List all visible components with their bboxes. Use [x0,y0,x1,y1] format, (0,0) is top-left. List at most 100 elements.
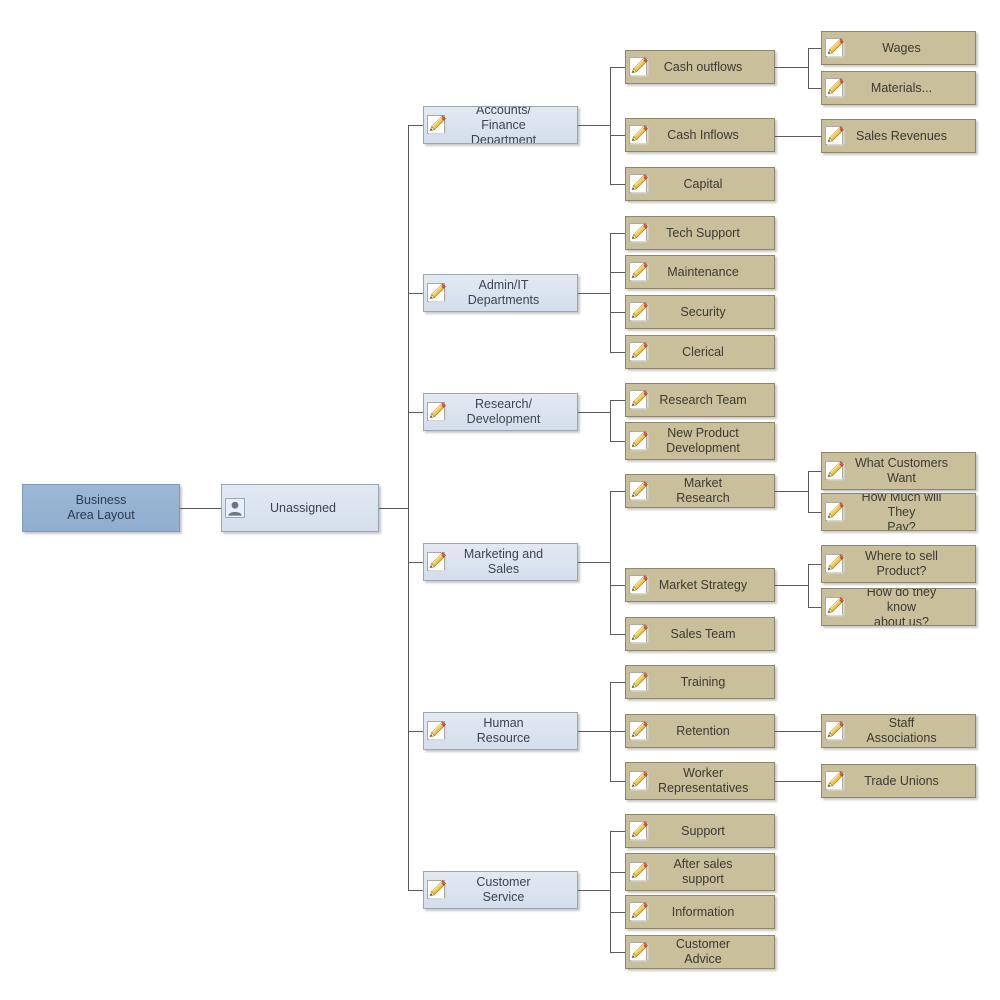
connector-trunk-to-branch [408,412,423,413]
node-label: Capital [683,176,723,191]
sub-branch-node[interactable]: Support [625,814,775,848]
connector-rail-to-child [610,912,625,913]
connector-rail-to-leaf [808,512,821,513]
note-pencil-icon [424,275,450,311]
sub-branch-node[interactable]: Training [625,665,775,699]
connector-rail-to-leaf [808,607,821,608]
leaf-node[interactable]: How do they know about us? [821,588,976,626]
branch-node[interactable]: Human Resource [423,712,578,750]
note-pencil-icon [424,713,450,749]
node-label: Maintenance [667,264,739,279]
node-label: Information [671,904,735,919]
node-label: After sales support [673,857,733,886]
note-pencil-icon [424,107,450,143]
sub-branch-node[interactable]: Market Strategy [625,568,775,602]
sub-branch-node[interactable]: Market Research [625,474,775,508]
note-pencil-icon [626,666,652,698]
sub-branch-node[interactable]: Worker Representatives [625,762,775,800]
note-pencil-icon [626,763,652,799]
note-pencil-icon [822,32,848,64]
root-node[interactable]: Business Area Layout [22,484,180,532]
sub-branch-node[interactable]: After sales support [625,853,775,891]
branch-node[interactable]: Research/ Development [423,393,578,431]
leaf-node[interactable]: Sales Revenues [821,119,976,153]
connector-branch-rail [610,233,611,352]
note-pencil-icon [626,854,652,890]
connector-branch-stub [578,562,610,563]
sub-branch-node[interactable]: Cash outflows [625,50,775,84]
person-icon [222,485,248,531]
note-pencil-icon [424,544,450,580]
note-pencil-icon [626,896,652,928]
note-pencil-icon [424,394,450,430]
diagram-canvas: Business Area Layout Unassigned Accounts/ … [0,0,1000,1000]
leaf-node[interactable]: Staff Associations [821,714,976,748]
connector-trunk-to-branch [408,125,423,126]
connector-branch-stub [578,890,610,891]
connector-rail-to-child [610,831,625,832]
sub-branch-node[interactable]: Capital [625,167,775,201]
note-pencil-icon [424,872,450,908]
sub-branch-node[interactable]: Security [625,295,775,329]
connector-rail-to-child [610,441,625,442]
connector-child-rail [808,564,809,607]
note-pencil-icon [822,494,848,530]
note-pencil-icon [822,589,848,625]
node-label: Where to sell Product? [865,549,938,578]
note-pencil-icon [626,569,652,601]
node-label: What Customers Want [854,456,949,485]
connector-branch-rail [610,400,611,441]
sub-branch-node[interactable]: Information [625,895,775,929]
connector-child-to-leaf [775,731,821,732]
sub-branch-node[interactable]: Research Team [625,383,775,417]
connector-branch-rail [610,67,611,184]
connector-trunk-to-branch [408,890,423,891]
node-label: Security [680,304,726,319]
connector-rail-to-child [610,67,625,68]
connector-rail-to-child [610,184,625,185]
leaf-node[interactable]: Materials... [821,71,976,105]
sub-branch-node[interactable]: Sales Team [625,617,775,651]
node-label: Trade Unions [864,773,939,788]
connector-rail-to-child [610,731,625,732]
owner-node-unassigned[interactable]: Unassigned [221,484,379,532]
note-pencil-icon [626,423,652,459]
leaf-node[interactable]: What Customers Want [821,452,976,490]
sub-branch-node[interactable]: Cash Inflows [625,118,775,152]
node-label: New Product Development [666,426,740,455]
sub-branch-node[interactable]: New Product Development [625,422,775,460]
node-label: How do they know about us? [866,588,937,626]
note-pencil-icon [626,217,652,249]
sub-branch-node[interactable]: Clerical [625,335,775,369]
connector-rail-to-child [610,135,625,136]
branch-node[interactable]: Marketing and Sales [423,543,578,581]
note-pencil-icon [626,815,652,847]
connector-rail-to-child [610,585,625,586]
note-pencil-icon [626,296,652,328]
branch-node[interactable]: Customer Service [423,871,578,909]
connector-branch-rail [610,491,611,634]
node-label: Human Resource [476,716,531,745]
connector-trunk-vertical [408,125,409,890]
sub-branch-node[interactable]: Tech Support [625,216,775,250]
connector-child-stub [775,491,808,492]
sub-branch-node[interactable]: Retention [625,714,775,748]
leaf-node[interactable]: Wages [821,31,976,65]
note-pencil-icon [822,546,848,582]
note-pencil-icon [822,453,848,489]
leaf-node[interactable]: How Much will They Pay? [821,493,976,531]
node-label: Customer Service [476,875,531,904]
leaf-node[interactable]: Where to sell Product? [821,545,976,583]
node-label: Business Area Layout [67,493,135,522]
note-pencil-icon [626,715,652,747]
connector-rail-to-child [610,634,625,635]
sub-branch-node[interactable]: Maintenance [625,255,775,289]
node-label: Research Team [659,392,747,407]
node-label: Marketing and Sales [463,547,544,576]
leaf-node[interactable]: Trade Unions [821,764,976,798]
connector-rail-to-child [610,400,625,401]
branch-node[interactable]: Accounts/ Finance Department [423,106,578,144]
node-label: Materials... [870,80,933,95]
branch-node[interactable]: Admin/IT Departments [423,274,578,312]
sub-branch-node[interactable]: Customer Advice [625,935,775,969]
